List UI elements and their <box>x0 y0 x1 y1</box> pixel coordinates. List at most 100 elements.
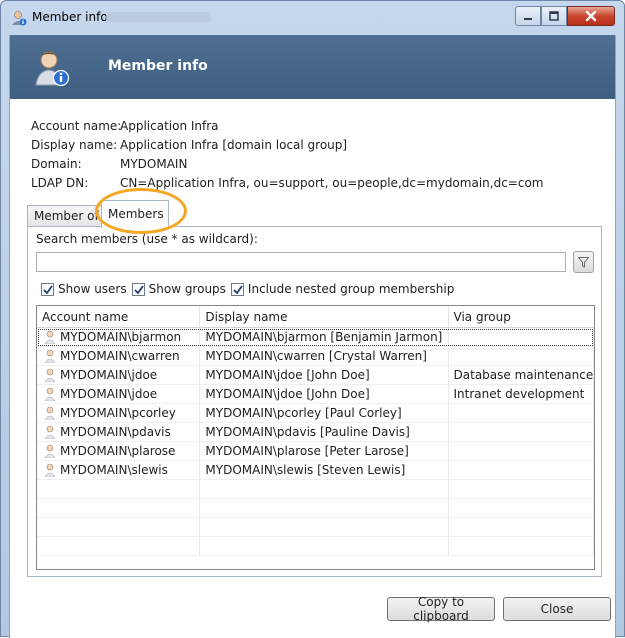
table-row[interactable]: MYDOMAIN\bjarmon MYDOMAIN\bjarmon [Benjam… <box>37 328 594 347</box>
display-name-value: Application Infra [domain local group] <box>120 138 348 152</box>
empty-cell <box>449 518 594 536</box>
show-groups-label: Show groups <box>148 282 226 296</box>
via-group-cell <box>449 404 594 422</box>
ldap-dn-row: LDAP DN: CN=Application Infra, ou=support… <box>31 174 543 193</box>
display-name-cell: MYDOMAIN\jdoe [John Doe] <box>200 385 449 403</box>
empty-table-row <box>37 499 594 518</box>
account-name-cell: MYDOMAIN\pcorley <box>37 404 201 422</box>
empty-cell <box>200 518 449 536</box>
include-nested-checkbox[interactable] <box>230 282 244 296</box>
table-header: Account name Display name Via group <box>37 306 594 328</box>
tab-member-of[interactable]: Member of <box>27 205 103 227</box>
include-nested-label: Include nested group membership <box>247 282 455 296</box>
ldap-dn-value: CN=Application Infra, ou=support, ou=peo… <box>120 176 544 190</box>
via-group-cell <box>449 461 594 479</box>
display-name-cell: MYDOMAIN\plarose [Peter Larose] <box>200 442 449 460</box>
via-group-cell <box>449 442 594 460</box>
maximize-button[interactable] <box>541 6 567 26</box>
account-name-text: MYDOMAIN\plarose <box>60 443 176 458</box>
user-info-large-icon <box>35 51 70 87</box>
show-groups-option[interactable]: Show groups <box>131 282 226 296</box>
table-body: MYDOMAIN\bjarmon MYDOMAIN\bjarmon [Benjam… <box>37 328 594 556</box>
search-input[interactable] <box>36 252 566 272</box>
table-row[interactable]: MYDOMAIN\cwarren MYDOMAIN\cwarren [Crysta… <box>37 347 594 366</box>
title-bar[interactable]: Member info <box>1 1 624 35</box>
tab-members[interactable]: Members <box>101 200 169 228</box>
empty-cell <box>200 480 449 498</box>
display-name-cell: MYDOMAIN\bjarmon [Benjamin Jarmon] <box>200 328 449 346</box>
header-banner: Member info <box>10 35 615 99</box>
display-name-label: Display name: <box>31 138 118 152</box>
include-nested-option[interactable]: Include nested group membership <box>230 282 455 296</box>
empty-table-row <box>37 518 594 537</box>
header-title: Member info <box>108 58 208 74</box>
display-name-cell: MYDOMAIN\cwarren [Crystal Warren] <box>200 347 449 365</box>
members-table: Account name Display name Via group MYDO… <box>36 305 595 570</box>
display-name-cell: MYDOMAIN\jdoe [John Doe] <box>200 366 449 384</box>
filter-icon <box>578 256 589 268</box>
empty-cell <box>449 537 594 555</box>
empty-cell <box>449 499 594 517</box>
dialog-body: Member info Account name:Application Inf… <box>9 35 616 638</box>
account-name-value: Application Infra <box>120 119 219 133</box>
table-row[interactable]: MYDOMAIN\pcorley MYDOMAIN\pcorley [Paul C… <box>37 404 594 423</box>
domain-value: MYDOMAIN <box>120 157 188 171</box>
table-row[interactable]: MYDOMAIN\pdavis MYDOMAIN\pdavis [Pauline … <box>37 423 594 442</box>
account-name-cell: MYDOMAIN\plarose <box>37 442 201 460</box>
empty-cell <box>37 480 201 498</box>
account-name-cell: MYDOMAIN\bjarmon <box>37 328 201 346</box>
user-icon <box>44 349 56 363</box>
user-icon <box>44 444 56 458</box>
display-name-cell: MYDOMAIN\pcorley [Paul Corley] <box>200 404 449 422</box>
close-button[interactable]: Close <box>503 597 611 621</box>
account-name-text: MYDOMAIN\bjarmon <box>60 329 182 344</box>
table-row[interactable]: MYDOMAIN\slewis MYDOMAIN\slewis [Steven L… <box>37 461 594 480</box>
close-window-button[interactable] <box>567 6 615 26</box>
account-name-cell: MYDOMAIN\jdoe <box>37 366 201 384</box>
column-display-name[interactable]: Display name <box>200 306 449 327</box>
table-row[interactable]: MYDOMAIN\plarose MYDOMAIN\plarose [Peter … <box>37 442 594 461</box>
empty-cell <box>200 537 449 555</box>
user-icon <box>44 387 56 401</box>
account-name-cell: MYDOMAIN\pdavis <box>37 423 201 441</box>
account-name-text: MYDOMAIN\cwarren <box>60 348 180 363</box>
member-info-window: Member info Member info Account name:App… <box>0 0 625 638</box>
user-icon <box>44 368 56 382</box>
account-name-text: MYDOMAIN\jdoe <box>60 386 158 401</box>
blurred-title-text <box>106 12 211 22</box>
empty-cell <box>200 499 449 517</box>
via-group-cell: Database maintenance <box>449 366 594 384</box>
filter-button[interactable] <box>573 251 594 273</box>
close-icon <box>585 10 597 22</box>
empty-cell <box>37 537 201 555</box>
column-via-group[interactable]: Via group <box>449 306 594 327</box>
window-title: Member info <box>32 10 108 24</box>
user-icon <box>44 463 56 477</box>
table-row[interactable]: MYDOMAIN\jdoe MYDOMAIN\jdoe [John Doe] Int… <box>37 385 594 404</box>
domain-row: Domain: MYDOMAIN <box>31 155 543 174</box>
show-users-option[interactable]: Show users <box>41 282 127 296</box>
user-icon <box>44 425 56 439</box>
account-name-text: MYDOMAIN\jdoe <box>60 367 158 382</box>
account-name-row: Account name:Application Infra <box>31 117 543 136</box>
empty-cell <box>37 518 201 536</box>
empty-cell <box>37 499 201 517</box>
via-group-cell <box>449 328 594 346</box>
account-name-cell: MYDOMAIN\slewis <box>37 461 201 479</box>
display-name-cell: MYDOMAIN\slewis [Steven Lewis] <box>200 461 449 479</box>
account-name-text: MYDOMAIN\slewis <box>60 462 168 477</box>
copy-to-clipboard-button[interactable]: Copy to clipboard <box>387 595 495 623</box>
show-groups-checkbox[interactable] <box>131 282 145 296</box>
search-label: Search members (use * as wildcard): <box>36 232 258 246</box>
user-info-icon <box>12 11 27 26</box>
column-account-name[interactable]: Account name <box>37 306 201 327</box>
via-group-cell: Intranet development <box>449 385 594 403</box>
via-group-cell <box>449 347 594 365</box>
user-icon <box>44 330 56 344</box>
minimize-button[interactable] <box>515 6 541 26</box>
show-users-checkbox[interactable] <box>41 282 54 296</box>
minimize-icon <box>524 18 532 20</box>
table-row[interactable]: MYDOMAIN\jdoe MYDOMAIN\jdoe [John Doe] Dat… <box>37 366 594 385</box>
members-tab-panel: Search members (use * as wildcard): Show… <box>27 226 602 577</box>
ldap-dn-label: LDAP DN: <box>31 176 89 190</box>
